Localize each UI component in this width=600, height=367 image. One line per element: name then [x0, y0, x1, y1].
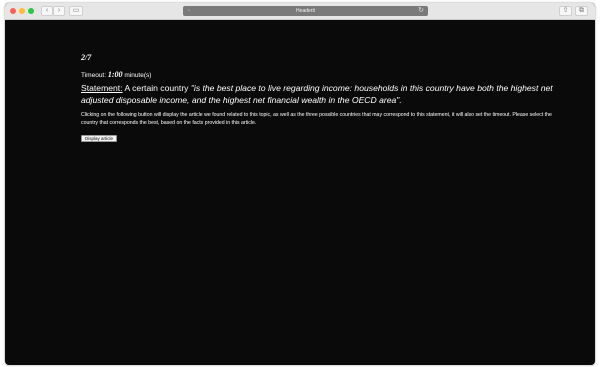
timeout-unit: minute(s): [124, 72, 152, 79]
browser-toolbar: ‹ › ▭ ◦ Headerit ↻ ⇧ ⧉: [5, 3, 595, 20]
share-icon: ⇧: [562, 7, 569, 14]
sidebar-toggle-button[interactable]: ▭: [69, 6, 83, 16]
close-window-button[interactable]: [10, 8, 16, 14]
statement-label: Statement:: [81, 83, 123, 93]
instructions-text: Clicking on the following button will di…: [81, 112, 552, 126]
tabs-overview-button[interactable]: ⧉: [575, 6, 588, 16]
timeout-line: Timeout: 1:00 minute(s): [81, 70, 151, 79]
timeout-label: Timeout:: [81, 72, 107, 79]
share-button[interactable]: ⇧: [559, 6, 572, 16]
address-bar[interactable]: ◦ Headerit ↻: [183, 6, 428, 16]
minimize-window-button[interactable]: [19, 8, 25, 14]
sidebar-icon: ▭: [72, 7, 80, 14]
browser-window: ‹ › ▭ ◦ Headerit ↻ ⇧ ⧉ 2/7 Timeout: 1:00…: [5, 3, 595, 365]
chevron-right-icon: ›: [57, 7, 61, 14]
lock-icon: ◦: [188, 8, 191, 14]
timeout-value: 1:00: [107, 70, 123, 79]
question-progress: 2/7: [81, 53, 92, 62]
address-text: Headerit: [296, 8, 315, 14]
tabs-icon: ⧉: [579, 7, 584, 14]
statement: Statement: A certain country "is the bes…: [81, 82, 553, 106]
back-button[interactable]: ‹: [41, 6, 53, 16]
forward-button[interactable]: ›: [53, 6, 65, 16]
zoom-window-button[interactable]: [28, 8, 34, 14]
display-article-button[interactable]: Display article: [81, 135, 118, 142]
statement-prefix: A certain country: [122, 83, 191, 93]
reload-icon[interactable]: ↻: [418, 6, 424, 16]
chevron-left-icon: ‹: [45, 7, 49, 14]
